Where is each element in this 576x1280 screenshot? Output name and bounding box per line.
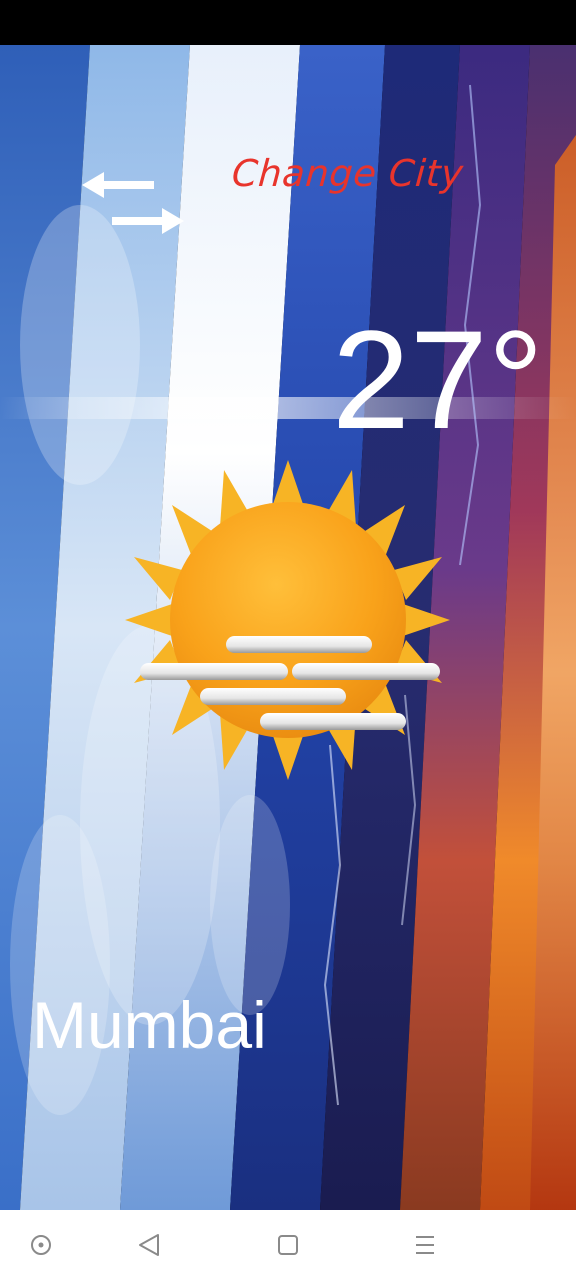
system-nav-bar: [0, 1210, 576, 1280]
home-icon[interactable]: [273, 1230, 303, 1260]
screen-assistant-icon[interactable]: [26, 1230, 56, 1260]
change-city-link[interactable]: Change City: [230, 152, 464, 195]
temperature-value: 27°: [332, 301, 544, 458]
swap-arrows-icon: [82, 172, 184, 234]
city-name: Mumbai: [32, 988, 267, 1062]
swap-arrows-button[interactable]: [78, 168, 188, 240]
menu-icon[interactable]: [410, 1230, 440, 1260]
sun-with-fog-icon: [120, 455, 455, 785]
back-icon[interactable]: [134, 1230, 164, 1260]
status-bar: [0, 0, 576, 45]
